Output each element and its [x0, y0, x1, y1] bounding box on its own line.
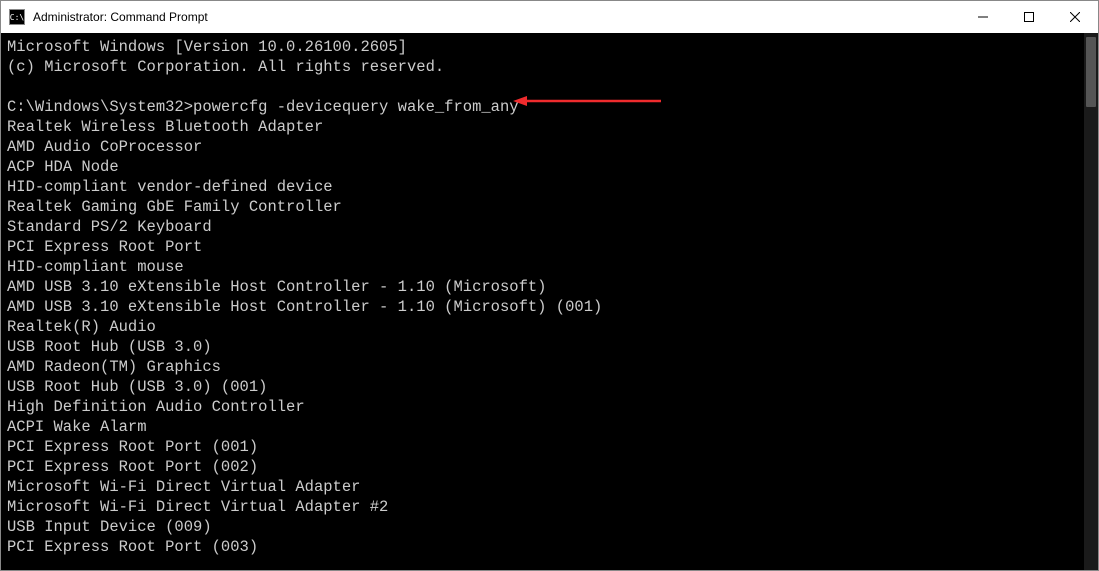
cmd-icon: C:\ [9, 9, 25, 25]
window-title: Administrator: Command Prompt [33, 10, 208, 24]
titlebar[interactable]: C:\ Administrator: Command Prompt [1, 1, 1098, 33]
scrollbar-thumb[interactable] [1086, 37, 1096, 107]
minimize-button[interactable] [960, 1, 1006, 33]
terminal-output[interactable]: Microsoft Windows [Version 10.0.26100.26… [1, 33, 1084, 570]
terminal-area: Microsoft Windows [Version 10.0.26100.26… [1, 33, 1098, 570]
command-prompt-window: C:\ Administrator: Command Prompt Micros… [0, 0, 1099, 571]
close-button[interactable] [1052, 1, 1098, 33]
scrollbar[interactable] [1084, 33, 1098, 570]
maximize-button[interactable] [1006, 1, 1052, 33]
